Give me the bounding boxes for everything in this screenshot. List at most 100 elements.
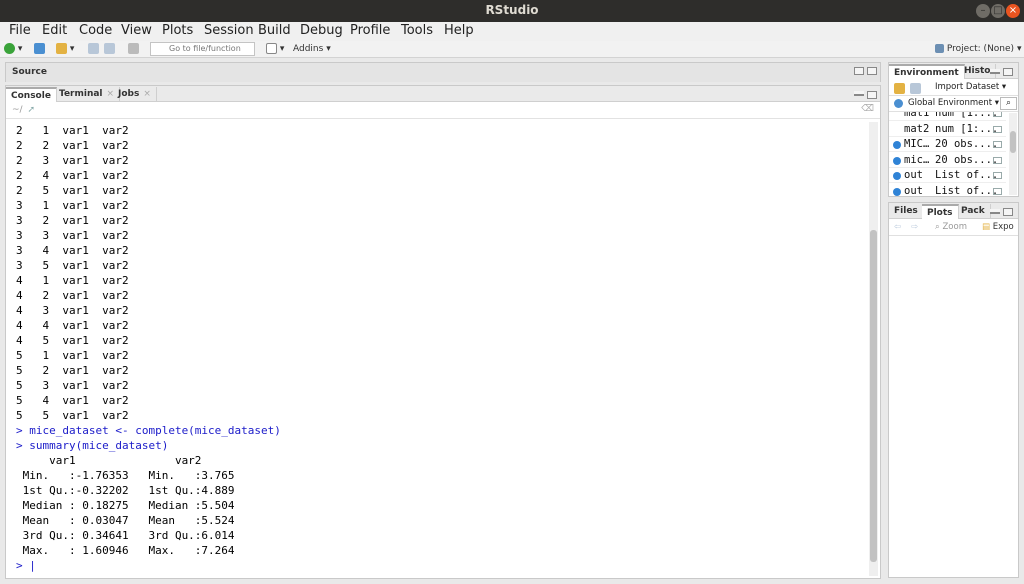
search-icon[interactable] xyxy=(993,187,1002,195)
environment-row[interactable]: out List of... xyxy=(889,168,1006,183)
console-output-line: 4 3 var1 var2 xyxy=(16,304,129,317)
variable-name: mic… xyxy=(904,153,930,166)
expand-icon[interactable] xyxy=(893,187,901,196)
expand-icon[interactable] xyxy=(893,141,901,149)
console-output-line: 1st Qu.:-0.32202 1st Qu.:4.889 xyxy=(16,484,248,497)
environment-list: mat1 num [1:... mat2 num [1:... MIC… 20 obs..… xyxy=(889,112,1018,196)
scope-label: Global Environment xyxy=(908,98,993,108)
scrollbar-thumb[interactable] xyxy=(870,230,877,562)
source-title: Source xyxy=(12,67,47,77)
source-pane: Source xyxy=(5,62,881,82)
minimize-pane-icon[interactable] xyxy=(990,69,1000,74)
console-output-line: Max. : 1.60946 Max. :7.264 xyxy=(16,544,248,557)
menu-file[interactable]: File xyxy=(9,23,31,38)
menu-view[interactable]: View xyxy=(121,23,152,38)
addins-label: Addins xyxy=(293,44,324,54)
tab-files[interactable]: Files xyxy=(889,204,924,219)
tab-console-label: Console xyxy=(11,91,51,101)
environment-row[interactable]: out List of... xyxy=(889,184,1006,197)
minimize-button[interactable]: – xyxy=(976,4,990,18)
table-view-icon[interactable] xyxy=(993,112,1002,117)
search-icon[interactable] xyxy=(993,172,1002,179)
console-output-line: Mean : 0.03047 Mean :5.524 xyxy=(16,514,248,527)
menu-session[interactable]: Session xyxy=(204,23,254,38)
table-view-icon[interactable] xyxy=(993,156,1002,164)
goto-dir-icon[interactable]: ➚ xyxy=(27,105,35,115)
table-view-icon[interactable] xyxy=(993,141,1002,148)
maximize-pane-icon[interactable] xyxy=(867,91,877,99)
new-project-button[interactable] xyxy=(34,43,45,56)
console-output-line: 3 5 var1 var2 xyxy=(16,259,129,272)
close-tab-icon[interactable]: × xyxy=(143,89,151,99)
arrow-left-icon[interactable]: ⇦ xyxy=(894,222,901,232)
environment-row[interactable]: mat1 num [1:... xyxy=(889,112,1006,121)
menu-debug[interactable]: Debug xyxy=(300,23,343,38)
menu-help[interactable]: Help xyxy=(444,23,474,38)
console-output-line: 2 4 var1 var2 xyxy=(16,169,129,182)
menu-build[interactable]: Build xyxy=(258,23,291,38)
variable-value: List of... xyxy=(935,184,999,197)
addins-button[interactable]: Addins ▾ xyxy=(293,44,331,57)
tab-packages-label: Pack xyxy=(961,206,985,216)
console-pane: Console Terminal × Jobs × ~/ ➚ ⌫ 2 1 var1 … xyxy=(5,85,881,579)
console-scrollbar[interactable] xyxy=(869,122,878,576)
save-all-button[interactable] xyxy=(104,43,115,56)
environment-row[interactable]: mat2 num [1:... xyxy=(889,122,1006,137)
menu-code[interactable]: Code xyxy=(79,23,112,38)
menu-profile[interactable]: Profile xyxy=(350,23,390,38)
project-label: Project: (None) xyxy=(946,44,1015,54)
environment-row[interactable]: MIC… 20 obs.... xyxy=(889,137,1006,152)
environment-scrollbar[interactable] xyxy=(1009,113,1017,195)
console-output-line: 4 1 var1 var2 xyxy=(16,274,129,287)
grid-icon xyxy=(266,43,277,54)
maximize-button[interactable]: □ xyxy=(991,4,1005,18)
workspace-panes-button[interactable]: ▾ xyxy=(266,43,284,56)
menu-edit[interactable]: Edit xyxy=(42,23,67,38)
environment-row[interactable]: mic… 20 obs.... xyxy=(889,153,1006,168)
console-output-line: 3rd Qu.: 0.34641 3rd Qu.:6.014 xyxy=(16,529,248,542)
print-button[interactable] xyxy=(128,43,139,56)
tab-console[interactable]: Console xyxy=(6,87,57,102)
tab-packages[interactable]: Pack xyxy=(956,204,991,219)
search-icon[interactable]: ⌕ xyxy=(1000,97,1017,110)
expand-icon[interactable] xyxy=(893,172,901,180)
tab-plots[interactable]: Plots xyxy=(922,204,959,219)
environment-scope-bar: Global Environment ▾ ⌕ xyxy=(889,96,1018,112)
arrow-right-icon[interactable]: ⇨ xyxy=(911,222,918,232)
table-view-icon[interactable] xyxy=(993,125,1002,133)
maximize-pane-icon[interactable] xyxy=(867,67,877,75)
scrollbar-thumb[interactable] xyxy=(1010,131,1016,153)
console-output-line: 4 5 var1 var2 xyxy=(16,334,129,347)
maximize-pane-icon[interactable] xyxy=(1003,68,1013,76)
clear-console-icon[interactable]: ⌫ xyxy=(861,104,874,114)
load-workspace-icon[interactable] xyxy=(894,83,905,94)
new-file-button[interactable]: ▾ xyxy=(4,43,22,56)
tab-environment[interactable]: Environment xyxy=(889,64,965,79)
restore-pane-icon[interactable] xyxy=(854,67,864,75)
minimize-pane-icon[interactable] xyxy=(854,91,864,96)
goto-file-input[interactable]: Go to file/function xyxy=(150,42,255,56)
save-workspace-icon[interactable] xyxy=(910,83,921,94)
menu-plots[interactable]: Plots xyxy=(162,23,193,38)
main-toolbar: ▾ ▾ Go to file/function ▾ Addins ▾ Proje… xyxy=(0,41,1024,58)
export-button[interactable]: ▤ Expo xyxy=(982,222,1014,232)
console-output[interactable]: 2 1 var1 var2 2 2 var1 var2 2 3 var1 var2 2… xyxy=(6,120,866,578)
project-icon xyxy=(34,43,45,54)
tab-jobs[interactable]: Jobs × xyxy=(113,87,157,102)
open-file-button[interactable]: ▾ xyxy=(56,43,74,56)
maximize-pane-icon[interactable] xyxy=(1003,208,1013,216)
environment-toolbar: Import Dataset ▾ xyxy=(889,80,1018,96)
expand-icon[interactable] xyxy=(893,156,901,165)
project-menu[interactable]: Project: (None) ▾ xyxy=(935,44,1021,57)
console-command-line: > mice_dataset <- complete(mice_dataset) xyxy=(16,424,281,437)
environment-scope-select[interactable]: Global Environment ▾ xyxy=(908,98,999,108)
minimize-pane-icon[interactable] xyxy=(990,209,1000,214)
close-button[interactable]: × xyxy=(1006,4,1020,18)
console-output-line: var1 var2 xyxy=(16,454,242,467)
zoom-button[interactable]: ⌕ Zoom xyxy=(935,222,967,232)
menu-tools[interactable]: Tools xyxy=(401,23,433,38)
tab-terminal[interactable]: Terminal × xyxy=(54,87,121,102)
console-tabs: Console Terminal × Jobs × xyxy=(6,86,880,102)
save-button[interactable] xyxy=(88,43,99,56)
import-dataset-button[interactable]: Import Dataset ▾ xyxy=(935,82,1006,92)
